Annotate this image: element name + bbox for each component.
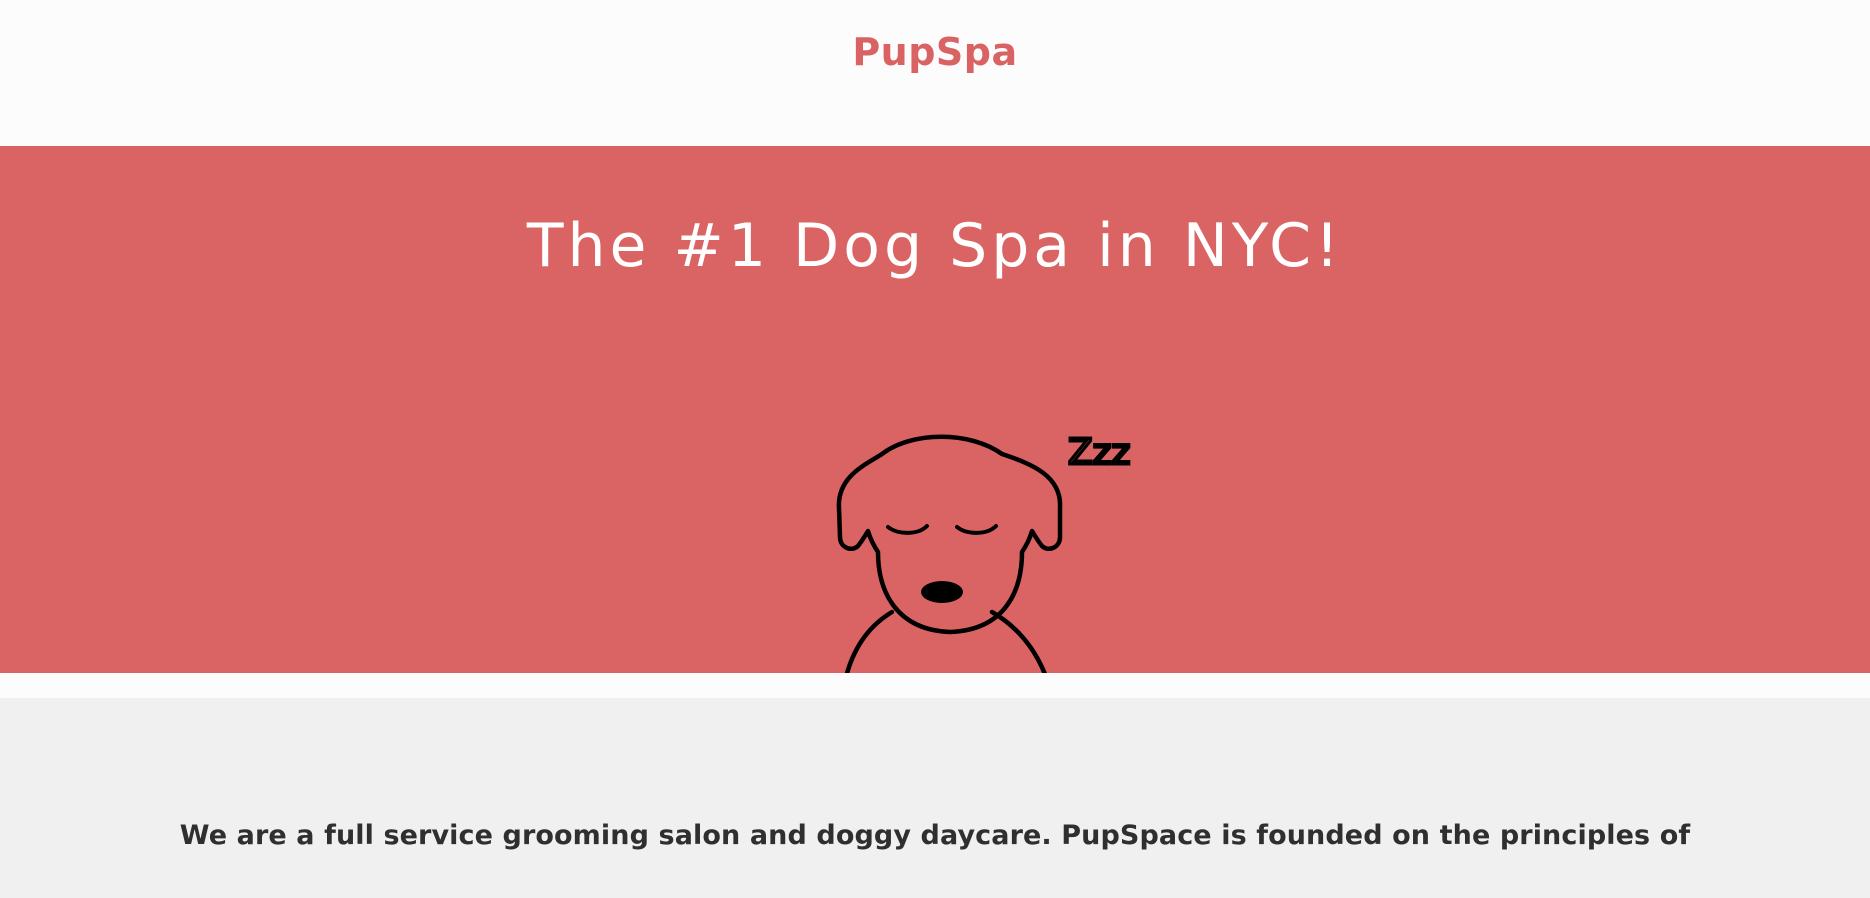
zzz-text: Zzz [1068, 432, 1130, 473]
hero-title: The #1 Dog Spa in NYC! [526, 211, 1344, 281]
site-header: PupSpa [0, 0, 1870, 146]
section-divider [0, 673, 1870, 698]
site-logo[interactable]: PupSpa [0, 30, 1870, 74]
about-section: We are a full service grooming salon and… [0, 698, 1870, 898]
hero-banner: The #1 Dog Spa in NYC! Zzz [0, 146, 1870, 732]
about-text: We are a full service grooming salon and… [179, 820, 1691, 851]
